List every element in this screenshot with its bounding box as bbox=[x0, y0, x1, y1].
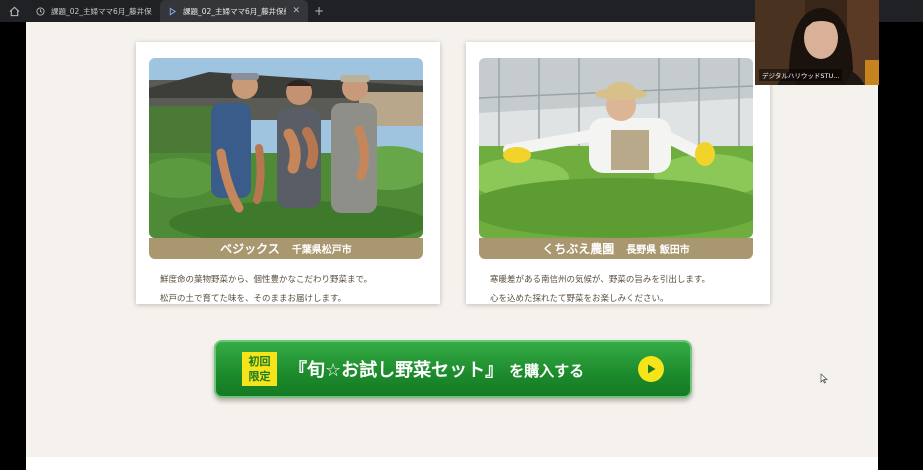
play-arrow-icon bbox=[638, 356, 664, 382]
next-section-edge bbox=[26, 457, 878, 470]
tab-label: 課題_02_主婦ママ6月_藤井保紳 - bbox=[183, 6, 287, 16]
home-button[interactable] bbox=[0, 0, 28, 22]
farm-location: 千葉県松戸市 bbox=[291, 245, 352, 256]
play-icon bbox=[169, 7, 177, 15]
farm-card-kuchibue: くちぶえ農園 長野県 飯田市 寒暖差がある南信州の気候が、野菜の旨みを引出します… bbox=[466, 42, 770, 304]
farm-banner: ベジックス 千葉県松戸市 bbox=[149, 238, 423, 259]
description-line: 心を込めた採れたて野菜をお楽しみください。 bbox=[490, 294, 669, 304]
farm-photo-vegix bbox=[149, 58, 423, 238]
cta-product-name: 『旬☆お試し野菜セット』 bbox=[289, 360, 504, 381]
badge-line-1: 初回 bbox=[248, 355, 271, 368]
browser-tab-1[interactable]: 課題_02_主婦ママ6月_藤井保紳 bbox=[28, 0, 160, 22]
plus-icon: + bbox=[313, 4, 325, 18]
mouse-cursor-icon bbox=[820, 373, 828, 384]
new-tab-button[interactable]: + bbox=[308, 0, 330, 22]
badge-line-2: 限定 bbox=[248, 370, 271, 383]
cta-suffix: を購入する bbox=[509, 362, 585, 380]
farm-name: ベジックス bbox=[220, 242, 280, 256]
close-tab-icon[interactable]: ✕ bbox=[292, 6, 300, 16]
farm-location: 長野県 飯田市 bbox=[626, 245, 690, 256]
purchase-trial-set-button[interactable]: 初回 限定 『旬☆お試し野菜セット』 を購入する bbox=[214, 340, 692, 398]
browser-tab-2-active[interactable]: 課題_02_主婦ママ6月_藤井保紳 - ✕ bbox=[160, 0, 308, 22]
page-viewport: ベジックス 千葉県松戸市 鮮度命の葉物野菜から、個性豊かなこだわり野菜まで。 松… bbox=[26, 22, 878, 470]
history-icon bbox=[36, 6, 45, 16]
description-line: 鮮度命の葉物野菜から、個性豊かなこだわり野菜まで。 bbox=[160, 275, 373, 285]
farm-card-vegix: ベジックス 千葉県松戸市 鮮度命の葉物野菜から、個性豊かなこだわり野菜まで。 松… bbox=[136, 42, 440, 304]
farm-name: くちぶえ農園 bbox=[542, 242, 615, 256]
farm-photo-kuchibue bbox=[479, 58, 753, 238]
farm-description: 鮮度命の葉物野菜から、個性豊かなこだわり野菜まで。 松戸の土で育てた味を、そのま… bbox=[160, 271, 422, 309]
description-line: 松戸の土で育てた味を、そのままお届けします。 bbox=[160, 294, 347, 304]
participant-name: デジタルハリウッドSTU... bbox=[759, 69, 843, 81]
tab-label: 課題_02_主婦ママ6月_藤井保紳 bbox=[51, 6, 152, 16]
home-icon bbox=[9, 6, 19, 16]
first-time-limited-badge: 初回 限定 bbox=[242, 352, 277, 386]
farm-description: 寒暖差がある南信州の気候が、野菜の旨みを引出します。 心を込めた採れたて野菜をお… bbox=[490, 271, 752, 309]
farm-banner: くちぶえ農園 長野県 飯田市 bbox=[479, 238, 753, 259]
cta-label: 『旬☆お試し野菜セット』 を購入する bbox=[289, 356, 584, 382]
webcam-video-tile: デジタルハリウッドSTU... bbox=[755, 0, 879, 85]
description-line: 寒暖差がある南信州の気候が、野菜の旨みを引出します。 bbox=[490, 275, 710, 285]
